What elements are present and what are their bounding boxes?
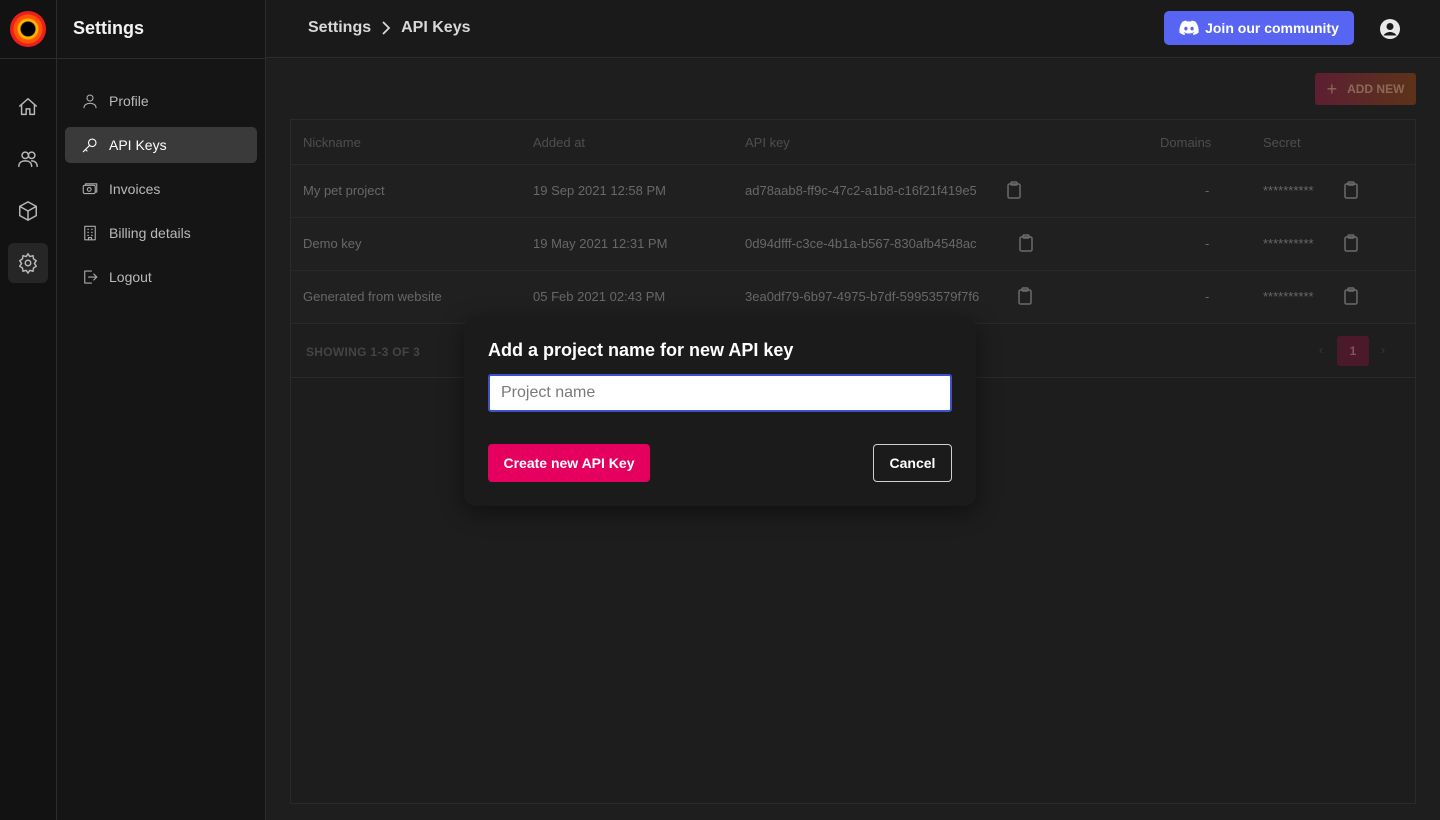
page-button-current[interactable]: 1 [1337, 336, 1369, 366]
added-at-cell: 19 May 2021 12:31 PM [533, 236, 668, 251]
column-header-secret: Secret [1263, 135, 1301, 150]
sidebar-item-label: Billing details [109, 225, 191, 241]
secret-cell: ********** [1263, 183, 1314, 198]
breadcrumb-settings[interactable]: Settings [308, 19, 371, 37]
breadcrumb-current: API Keys [401, 19, 471, 36]
sidebar-item-label: Profile [109, 93, 149, 109]
added-at-cell: 19 Sep 2021 12:58 PM [533, 183, 666, 198]
create-api-key-button[interactable]: Create new API Key [488, 444, 650, 482]
rail-divider [0, 58, 57, 59]
sidebar-item-label: Invoices [109, 181, 161, 197]
domains-cell: - [1205, 289, 1210, 304]
discord-icon [1179, 20, 1199, 36]
api-key-cell: ad78aab8-ff9c-47c2-a1b8-c16f21f419e5 [745, 183, 977, 198]
secret-cell: ********** [1263, 289, 1314, 304]
users-icon [18, 151, 38, 168]
key-icon [82, 138, 97, 153]
home-icon [19, 98, 37, 116]
column-header-domains: Domains [1160, 135, 1212, 150]
api-key-cell: 3ea0df79-6b97-4975-b7df-59953579f7f6 [745, 289, 980, 304]
nickname-cell: Generated from website [303, 289, 442, 304]
plus-icon: + [1326, 78, 1338, 99]
add-new-label: ADD NEW [1347, 82, 1405, 96]
added-at-cell: 05 Feb 2021 02:43 PM [533, 289, 666, 304]
chevron-right-icon [382, 21, 391, 35]
prev-page-button[interactable]: ‹ [1319, 343, 1323, 357]
column-header-api-key: API key [745, 135, 790, 150]
top-header: Settings API Keys Join our community [266, 0, 1440, 58]
invoice-icon [82, 183, 98, 195]
sidebar-title: Settings [73, 18, 145, 38]
rail-home[interactable] [8, 87, 48, 127]
sidebar-item-label: API Keys [109, 137, 167, 153]
rail-users[interactable] [8, 139, 48, 179]
showing-count: SHOWING 1-3 OF 3 [306, 345, 421, 359]
copy-api-key-icon[interactable] [1007, 181, 1021, 199]
account-icon[interactable] [1378, 17, 1402, 41]
breadcrumb: Settings API Keys [308, 19, 471, 37]
new-api-key-dialog: Add a project name for new API key Creat… [464, 317, 976, 506]
rail-settings[interactable] [8, 243, 48, 283]
sidebar-item-logout[interactable]: Logout [65, 259, 257, 295]
domains-cell: - [1205, 183, 1210, 198]
app-logo[interactable] [10, 11, 46, 47]
rail-products[interactable] [8, 191, 48, 231]
secret-cell: ********** [1263, 236, 1314, 251]
column-header-nickname: Nickname [303, 135, 361, 150]
dialog-title: Add a project name for new API key [488, 340, 794, 360]
join-community-button[interactable]: Join our community [1164, 11, 1354, 45]
cancel-button[interactable]: Cancel [873, 444, 952, 482]
sidebar-item-profile[interactable]: Profile [65, 83, 257, 119]
domains-cell: - [1205, 236, 1210, 251]
cube-icon [19, 201, 37, 221]
copy-secret-icon[interactable] [1344, 181, 1358, 199]
nickname-cell: My pet project [303, 183, 385, 198]
project-name-input[interactable] [488, 374, 952, 412]
user-icon [83, 94, 97, 109]
table-row: My pet project 19 Sep 2021 12:58 PM ad78… [291, 165, 1415, 218]
sidebar-item-invoices[interactable]: Invoices [65, 171, 257, 207]
building-icon [84, 225, 96, 241]
sidebar-item-billing[interactable]: Billing details [65, 215, 257, 251]
copy-api-key-icon[interactable] [1019, 234, 1033, 252]
copy-api-key-icon[interactable] [1018, 287, 1032, 305]
sidebar-item-api-keys[interactable]: API Keys [65, 127, 257, 163]
sidebar-item-label: Logout [109, 269, 152, 285]
copy-secret-icon[interactable] [1344, 234, 1358, 252]
table-row: Demo key 19 May 2021 12:31 PM 0d94dfff-c… [291, 218, 1415, 271]
copy-secret-icon[interactable] [1344, 287, 1358, 305]
sidebar-divider [57, 58, 266, 59]
nickname-cell: Demo key [303, 236, 362, 251]
next-page-button[interactable]: › [1381, 343, 1385, 357]
add-new-button[interactable]: + ADD NEW [1315, 73, 1416, 105]
api-key-cell: 0d94dfff-c3ce-4b1a-b567-830afb4548ac [745, 236, 977, 251]
join-community-label: Join our community [1205, 20, 1339, 36]
table-header: Nickname Added at API key Domains Secret [291, 120, 1415, 165]
logout-icon [84, 270, 98, 284]
settings-sidebar: Settings Profile API Keys Invoices Billi… [57, 0, 266, 820]
gear-icon [19, 253, 37, 274]
icon-rail [0, 0, 57, 820]
column-header-added-at: Added at [533, 135, 586, 150]
